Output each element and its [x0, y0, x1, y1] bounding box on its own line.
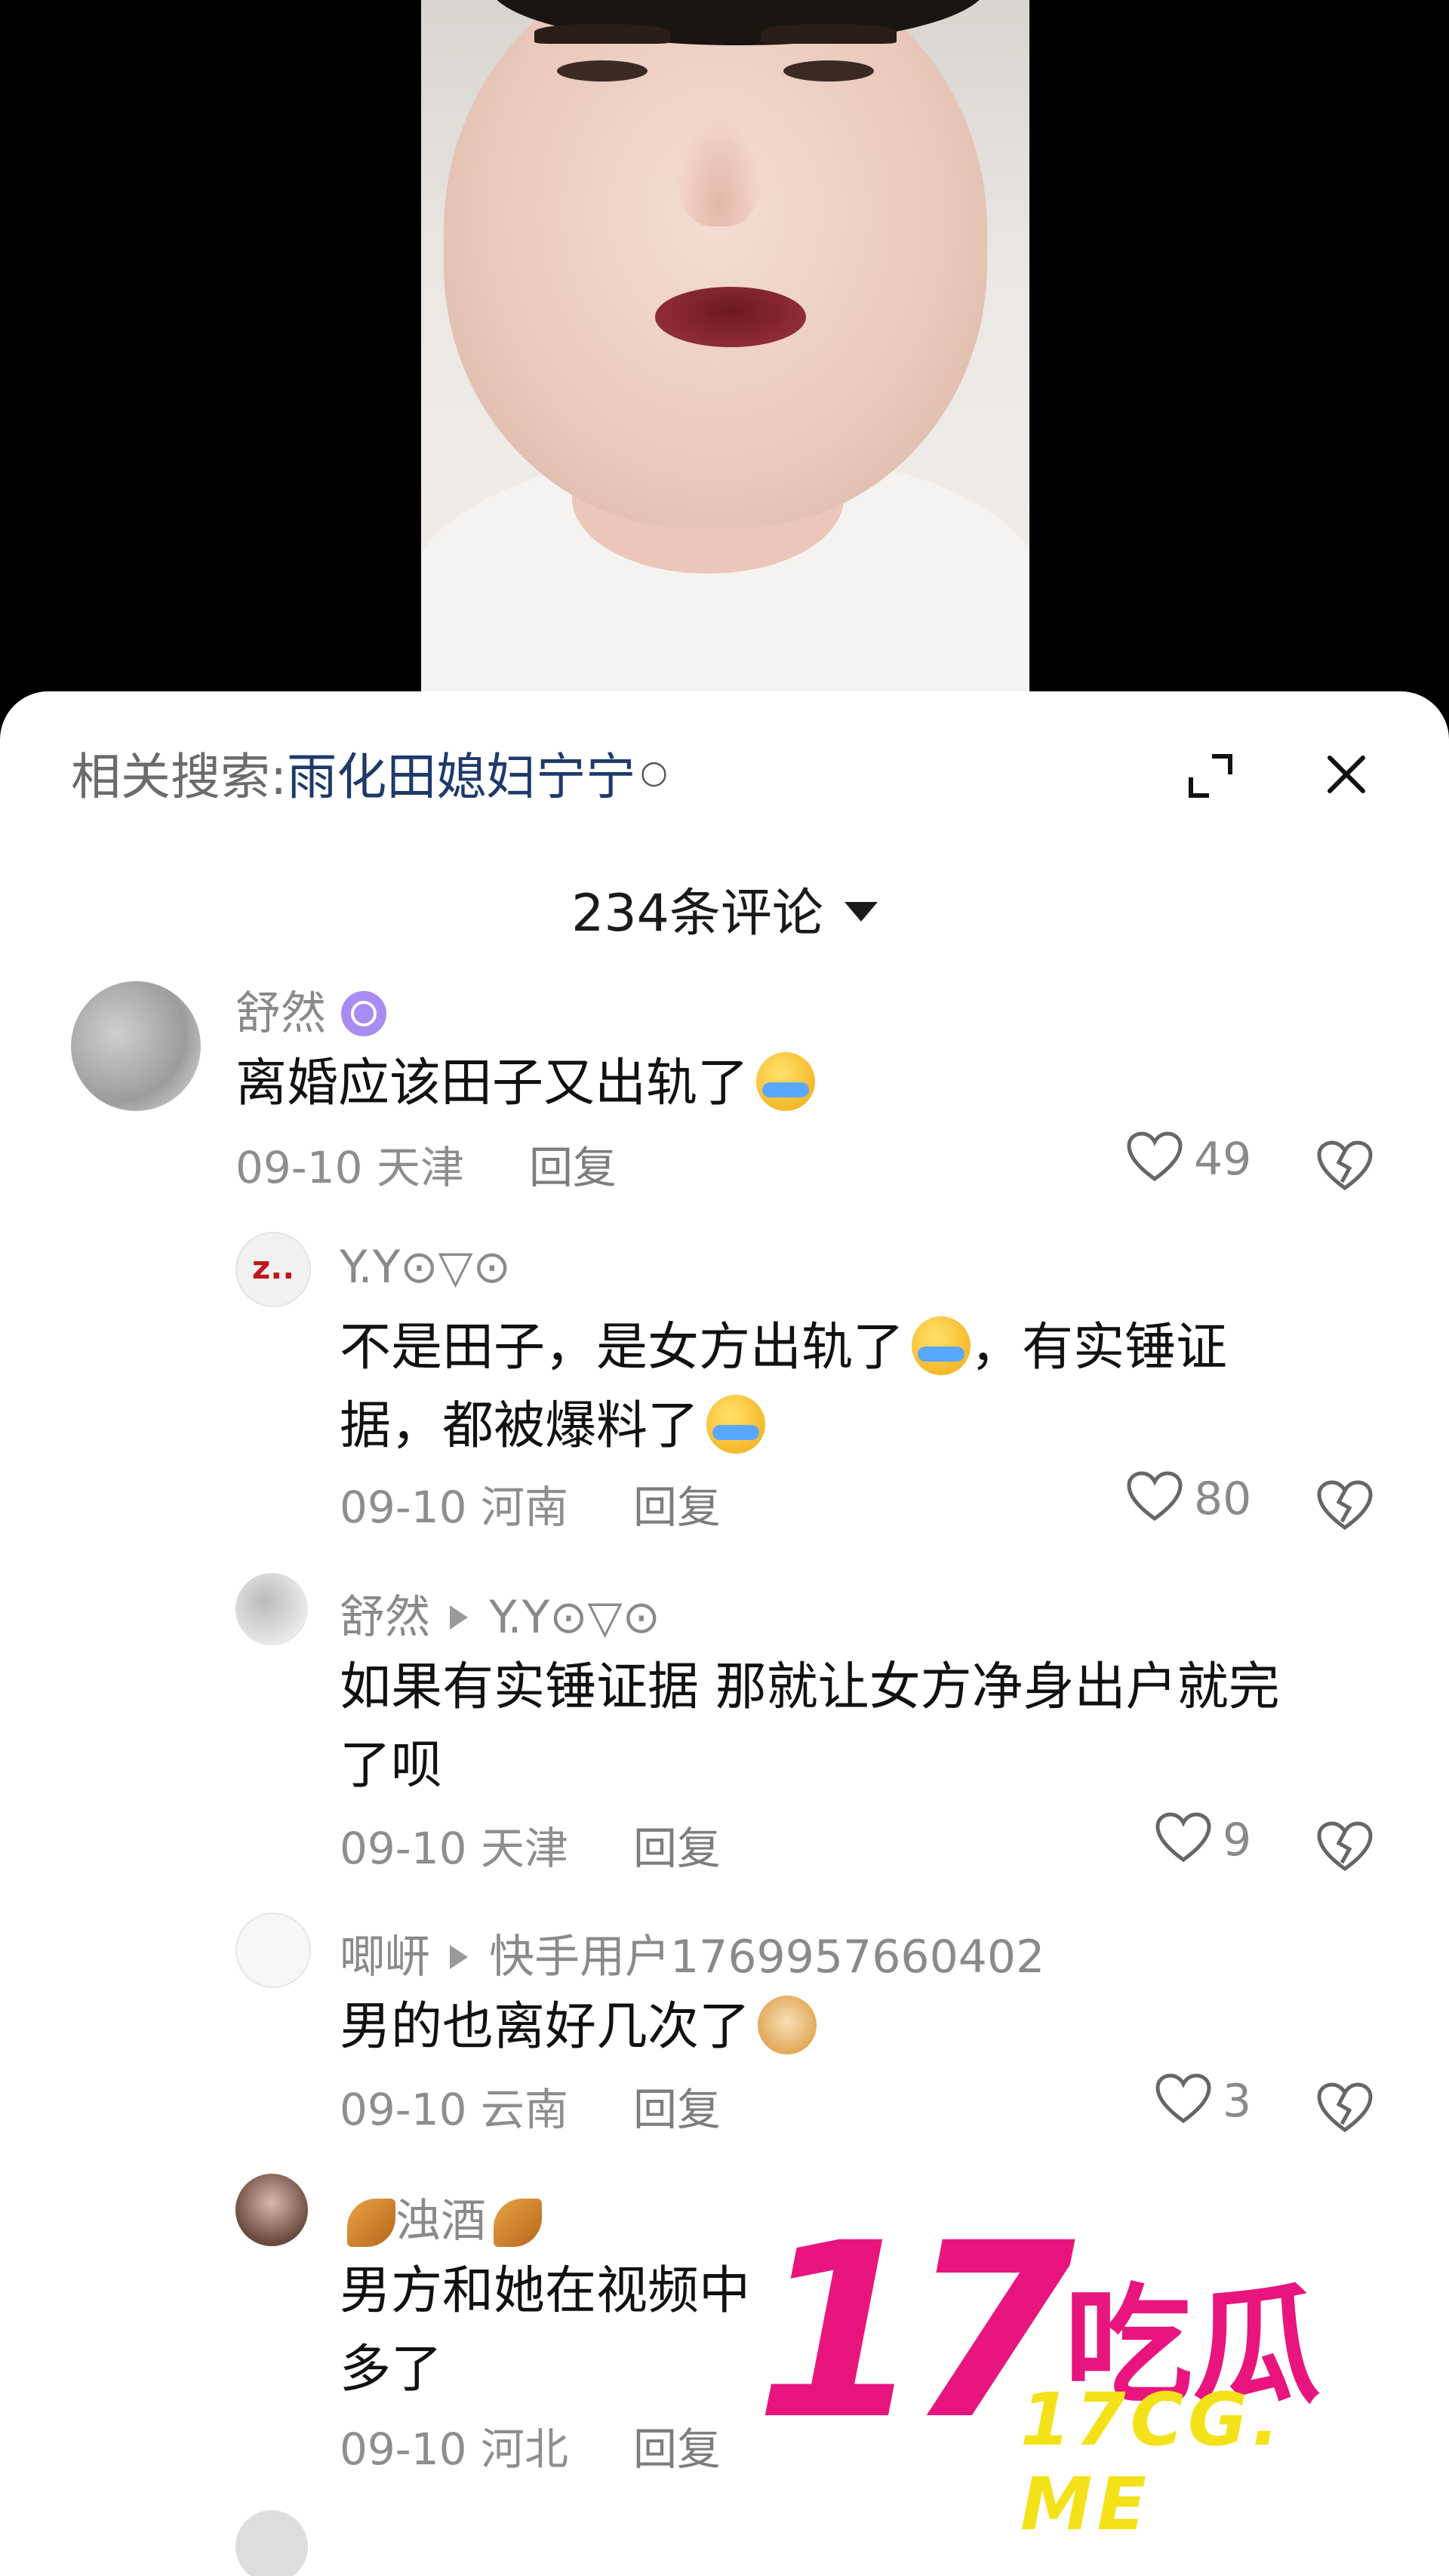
close-icon[interactable]	[1322, 750, 1371, 799]
video-brow-left	[534, 24, 670, 44]
comment-username[interactable]: 浊酒	[340, 2184, 542, 2250]
comment-text: 如果有实锤证据 那就让女方净身出户就完 了呗	[340, 1657, 1280, 1796]
like-count: 49	[1194, 1133, 1252, 1186]
broken-heart-icon[interactable]	[1316, 1820, 1374, 1873]
leaf-icon	[347, 2199, 395, 2247]
comment-meta: 09-10 天津 回复	[235, 1132, 617, 1196]
search-icon: ○	[640, 753, 668, 791]
comment-username[interactable]: Y.Y⊙▽⊙	[340, 1241, 511, 1294]
heart-icon	[1127, 1471, 1183, 1522]
heart-icon	[1155, 1812, 1211, 1863]
heart-icon	[1155, 2073, 1211, 2124]
comment-location: 天津	[376, 1142, 464, 1193]
heart-icon	[1127, 1131, 1183, 1182]
like-button[interactable]: 3	[1155, 2073, 1251, 2128]
watermark-url: 17CG. ME	[1020, 2377, 1284, 2547]
watermark: 17 吃瓜 17CG. ME	[755, 2211, 1419, 2547]
related-search-label: 相关搜索:	[71, 748, 288, 806]
expand-icon[interactable]	[1186, 752, 1235, 800]
comment-username[interactable]: 唧岍 快手用户1769957660402	[340, 1920, 1044, 1986]
broken-heart-icon[interactable]	[1316, 2082, 1374, 2134]
like-button[interactable]: 9	[1155, 1811, 1251, 1867]
broken-heart-icon[interactable]	[1316, 1479, 1374, 1532]
chevron-down-icon	[844, 902, 878, 922]
badge-icon	[341, 991, 386, 1036]
reply-arrow-icon	[450, 1945, 468, 1969]
like-count: 3	[1223, 2075, 1252, 2128]
comment-meta: 09-10 河南 回复	[340, 1482, 721, 1533]
crying-emoji-icon	[756, 1052, 816, 1111]
comment-text: 离婚应该田子又出轨了	[235, 1045, 816, 1123]
video-nose	[678, 113, 761, 226]
video-player[interactable]	[0, 0, 1449, 740]
comment-meta: 09-10 河北 回复	[340, 2424, 721, 2475]
comment-username[interactable]: 舒然	[235, 977, 386, 1042]
comment-meta: 09-10 云南 回复	[340, 2084, 721, 2135]
doge-emoji-icon	[758, 1996, 817, 2054]
crying-emoji-icon	[912, 1316, 971, 1375]
comment-count-dropdown[interactable]: 234条评论	[0, 871, 1449, 946]
video-eye-right	[783, 60, 874, 82]
avatar[interactable]	[235, 1913, 311, 1988]
comment-meta: 09-10 天津 回复	[340, 1823, 721, 1874]
like-button[interactable]: 80	[1126, 1470, 1251, 1525]
crying-emoji-icon	[706, 1395, 766, 1454]
avatar[interactable]	[235, 1573, 308, 1645]
comment-text: 不是田子，是女方出轨了 ，有实锤证 据，都被爆料了	[340, 1316, 1228, 1456]
comment-count: 234条评论	[571, 884, 823, 943]
video-lips	[655, 287, 806, 347]
like-button[interactable]: 49	[1126, 1131, 1251, 1186]
like-count: 80	[1194, 1473, 1252, 1525]
related-search[interactable]: 相关搜索:雨化田媳妇宁宁 ○	[71, 737, 668, 809]
reply-arrow-icon	[450, 1605, 468, 1630]
reply-button[interactable]: 回复	[633, 1482, 721, 1533]
video-face	[444, 0, 987, 528]
comment-text: 男的也离好几次了	[340, 1988, 817, 2067]
avatar[interactable]: z..	[235, 1232, 311, 1307]
related-search-term[interactable]: 雨化田媳妇宁宁	[287, 748, 635, 806]
video-brow-right	[761, 24, 897, 44]
reply-button[interactable]: 回复	[633, 1823, 721, 1874]
comment-date: 09-10	[235, 1142, 363, 1193]
reply-button[interactable]: 回复	[633, 2084, 721, 2135]
video-eye-left	[557, 60, 648, 82]
comment-username[interactable]: 舒然 Y.Y⊙▽⊙	[340, 1580, 660, 1646]
like-count: 9	[1223, 1814, 1252, 1867]
leaf-icon	[494, 2199, 542, 2247]
avatar[interactable]	[71, 981, 201, 1111]
reply-button[interactable]: 回复	[529, 1142, 617, 1193]
watermark-number: 17	[755, 2192, 1075, 2473]
avatar[interactable]	[235, 2510, 308, 2576]
reply-button[interactable]: 回复	[633, 2424, 721, 2475]
video-frame	[421, 0, 1029, 740]
avatar[interactable]	[235, 2174, 308, 2246]
broken-heart-icon[interactable]	[1316, 1140, 1374, 1193]
